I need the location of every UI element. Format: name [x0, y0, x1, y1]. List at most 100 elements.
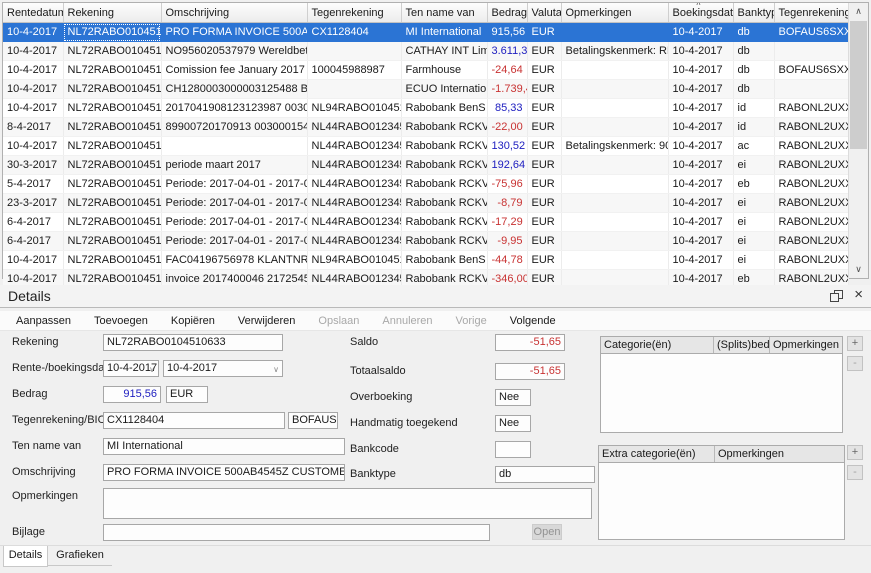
- table-cell[interactable]: Farmhouse: [401, 61, 487, 80]
- table-cell[interactable]: NL72RABO0104510633: [63, 99, 161, 118]
- table-cell[interactable]: NL44RABO0123456789: [307, 175, 401, 194]
- extra-categories-col-header[interactable]: Extra categorie(ën): [599, 446, 715, 462]
- ten-name-van-field[interactable]: MI International: [103, 438, 345, 455]
- table-cell[interactable]: EUR: [527, 99, 561, 118]
- table-cell[interactable]: 23-3-2017: [3, 194, 63, 213]
- scrollbar-thumb[interactable]: [850, 21, 867, 149]
- table-cell[interactable]: NL72RABO0104510633: [63, 137, 161, 156]
- table-cell[interactable]: [561, 99, 668, 118]
- table-cell[interactable]: -8,79: [487, 194, 527, 213]
- table-cell[interactable]: [307, 80, 401, 99]
- table-cell[interactable]: RABONL2UXXX: [774, 213, 848, 232]
- table-row[interactable]: 30-3-2017NL72RABO0104510633periode maart…: [3, 156, 848, 175]
- table-row[interactable]: 10-4-2017NL72RABO0104510633PRO FORMA INV…: [3, 23, 848, 42]
- table-cell[interactable]: EUR: [527, 42, 561, 61]
- table-cell[interactable]: NL72RABO0104510633: [63, 213, 161, 232]
- table-cell[interactable]: [561, 118, 668, 137]
- table-cell[interactable]: 10-4-2017: [668, 213, 733, 232]
- categories-table[interactable]: Categorie(ën) (Splits)bedra Opmerkingen: [600, 336, 843, 433]
- rentedatum-dropdown[interactable]: 10-4-2017∨: [103, 360, 159, 377]
- table-cell[interactable]: 915,56: [487, 23, 527, 42]
- table-cell[interactable]: id: [733, 118, 774, 137]
- table-cell[interactable]: NL44RABO0123456789: [307, 118, 401, 137]
- table-cell[interactable]: RABONL2UXXX: [774, 156, 848, 175]
- table-cell[interactable]: ei: [733, 156, 774, 175]
- table-cell[interactable]: NL72RABO0104510633: [63, 23, 161, 42]
- boekingsdatum-dropdown[interactable]: 10-4-2017∨: [163, 360, 283, 377]
- float-panel-icon[interactable]: [830, 290, 843, 302]
- table-cell[interactable]: -9,95: [487, 232, 527, 251]
- table-cell[interactable]: 192,64: [487, 156, 527, 175]
- table-cell[interactable]: Rabobank BenS: [401, 99, 487, 118]
- table-cell[interactable]: ei: [733, 213, 774, 232]
- table-cell[interactable]: Periode: 2017-04-01 - 2017-05-01: [161, 213, 307, 232]
- table-cell[interactable]: [561, 213, 668, 232]
- opmerkingen-col-header[interactable]: Opmerkingen: [770, 337, 842, 353]
- toolbar-volgende-button[interactable]: Volgende: [510, 315, 556, 327]
- table-cell[interactable]: -1.739,42: [487, 80, 527, 99]
- tab-details[interactable]: Details: [3, 546, 48, 567]
- table-cell[interactable]: 10-4-2017: [668, 137, 733, 156]
- toolbar-toevoegen-button[interactable]: Toevoegen: [94, 315, 148, 327]
- column-header-rentedatum[interactable]: Rentedatum: [3, 3, 63, 23]
- banktype-field[interactable]: db: [495, 466, 595, 483]
- open-button[interactable]: Open: [532, 524, 562, 540]
- table-cell[interactable]: NL72RABO0104510633: [63, 232, 161, 251]
- table-cell[interactable]: ei: [733, 194, 774, 213]
- table-cell[interactable]: 10-4-2017: [668, 42, 733, 61]
- table-cell[interactable]: 10-4-2017: [668, 61, 733, 80]
- table-cell[interactable]: NL72RABO0104510633: [63, 175, 161, 194]
- table-cell[interactable]: -22,00: [487, 118, 527, 137]
- table-cell[interactable]: EUR: [527, 23, 561, 42]
- table-cell[interactable]: eb: [733, 175, 774, 194]
- table-cell[interactable]: RABONL2UXXX: [774, 232, 848, 251]
- toolbar-verwijderen-button[interactable]: Verwijderen: [238, 315, 295, 327]
- column-header-tegenrekening[interactable]: Tegenrekening: [774, 3, 848, 23]
- table-cell[interactable]: [561, 175, 668, 194]
- table-cell[interactable]: 6-4-2017: [3, 232, 63, 251]
- close-icon[interactable]: ×: [854, 286, 863, 303]
- table-cell[interactable]: 10-4-2017: [668, 156, 733, 175]
- table-cell[interactable]: NL94RABO0104510625: [307, 251, 401, 270]
- table-cell[interactable]: 10-4-2017: [3, 23, 63, 42]
- table-cell[interactable]: Rabobank RCKV: [401, 213, 487, 232]
- table-cell[interactable]: 10-4-2017: [3, 251, 63, 270]
- table-cell[interactable]: NL72RABO0104510633: [63, 194, 161, 213]
- bic-field[interactable]: BOFAUS6SXXX: [288, 412, 338, 429]
- column-header-bedrag[interactable]: Bedrag: [487, 3, 527, 23]
- table-cell[interactable]: 10-4-2017: [668, 175, 733, 194]
- table-cell[interactable]: NL44RABO0123456789: [307, 137, 401, 156]
- table-cell[interactable]: EUR: [527, 118, 561, 137]
- table-cell[interactable]: MI International: [401, 23, 487, 42]
- column-header-boekingsdatum[interactable]: Boekingsdatum∧: [668, 3, 733, 23]
- column-header-banktype[interactable]: Banktype: [733, 3, 774, 23]
- table-cell[interactable]: Betalingskenmerk: 900...: [561, 137, 668, 156]
- column-header-tegenrekening[interactable]: Tegenrekening: [307, 3, 401, 23]
- table-cell[interactable]: 10-4-2017: [668, 251, 733, 270]
- table-row[interactable]: 10-4-2017NL72RABO0104510633FAC0419675697…: [3, 251, 848, 270]
- table-row[interactable]: 6-4-2017NL72RABO0104510633Periode: 2017-…: [3, 213, 848, 232]
- table-cell[interactable]: 30-3-2017: [3, 156, 63, 175]
- scroll-down-icon[interactable]: ∨: [849, 261, 868, 278]
- table-cell[interactable]: PRO FORMA INVOICE 500AB4545...: [161, 23, 307, 42]
- table-row[interactable]: 10-4-2017NL72RABO0104510633NO95602053797…: [3, 42, 848, 61]
- table-cell[interactable]: EUR: [527, 213, 561, 232]
- table-cell[interactable]: ei: [733, 232, 774, 251]
- table-cell[interactable]: RABONL2UXXX: [774, 251, 848, 270]
- overboeking-field[interactable]: Nee: [495, 389, 531, 406]
- table-cell[interactable]: Betalingskenmerk: RE0...: [561, 42, 668, 61]
- table-cell[interactable]: periode maart 2017: [161, 156, 307, 175]
- table-cell[interactable]: 89900720170913 003000154209...: [161, 118, 307, 137]
- table-cell[interactable]: 10-4-2017: [3, 137, 63, 156]
- table-cell[interactable]: FAC04196756978 KLANTNR 229900: [161, 251, 307, 270]
- table-row[interactable]: 10-4-2017NL72RABO0104510633NL44RABO01234…: [3, 137, 848, 156]
- bijlage-field[interactable]: [103, 524, 490, 541]
- table-cell[interactable]: 10-4-2017: [3, 99, 63, 118]
- table-cell[interactable]: 100045988987: [307, 61, 401, 80]
- table-cell[interactable]: NL44RABO0123456789: [307, 213, 401, 232]
- table-cell[interactable]: NL72RABO0104510633: [63, 156, 161, 175]
- table-cell[interactable]: NL72RABO0104510633: [63, 118, 161, 137]
- table-cell[interactable]: NL72RABO0104510633: [63, 251, 161, 270]
- table-cell[interactable]: [561, 194, 668, 213]
- toolbar-kopi-ren-button[interactable]: Kopiëren: [171, 315, 215, 327]
